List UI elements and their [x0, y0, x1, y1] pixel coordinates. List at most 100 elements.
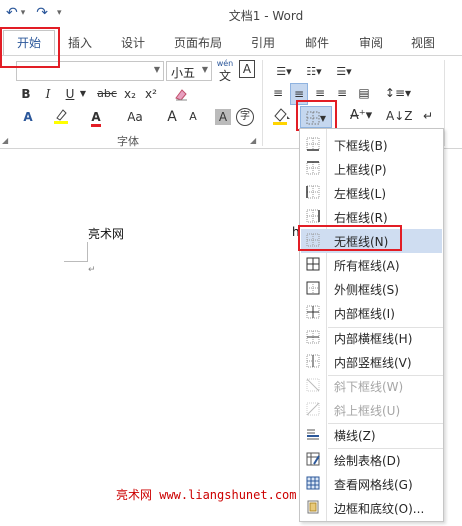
- menu-item-label: 下框线(B): [334, 139, 388, 153]
- menu-item-inside-horizontal-border[interactable]: 内部横框线(H): [301, 326, 442, 350]
- menu-item-label: 内部竖框线(V): [334, 356, 412, 370]
- strikethrough-button[interactable]: abc: [94, 84, 120, 104]
- clipboard-dialog-launcher-icon[interactable]: ◢: [2, 136, 8, 145]
- menu-item-horizontal-line[interactable]: 横线(Z): [301, 423, 442, 447]
- tab-insert[interactable]: 插入: [68, 34, 92, 51]
- border-inside-icon: [306, 305, 320, 319]
- menu-item-borders-and-shading[interactable]: 边框和底纹(O)...: [301, 496, 442, 520]
- phonetic-char: 文: [218, 69, 231, 83]
- menu-item-label: 内部框线(I): [334, 307, 395, 321]
- align-left-icon[interactable]: ≡: [270, 83, 286, 103]
- character-shading-button[interactable]: A: [215, 109, 231, 125]
- line-spacing-icon[interactable]: ↕≡▾: [384, 83, 412, 103]
- menu-item-label: 斜下框线(W): [334, 380, 404, 394]
- menu-item-left-border[interactable]: 左框线(L): [301, 181, 442, 205]
- borders-dropdown-menu: 下框线(B) 上框线(P) 左框线(L) 右框线(R) 无框线(N) 所有框线(…: [299, 128, 444, 522]
- menu-item-label: 所有框线(A): [334, 259, 400, 273]
- font-color-icon[interactable]: A: [88, 107, 104, 127]
- font-size-value: 小五: [171, 66, 196, 80]
- border-all-icon: [306, 257, 320, 271]
- menu-item-draw-table[interactable]: 绘制表格(D): [301, 448, 442, 472]
- menu-item-label: 边框和底纹(O)...: [334, 502, 425, 516]
- menu-item-inside-vertical-border[interactable]: 内部竖框线(V): [301, 350, 442, 374]
- character-border-button[interactable]: A: [239, 60, 255, 78]
- clear-formatting-icon[interactable]: [172, 84, 190, 108]
- italic-button[interactable]: I: [40, 84, 56, 104]
- menu-item-label: 横线(Z): [334, 429, 376, 443]
- highlight-color-icon[interactable]: [52, 107, 70, 131]
- menu-item-view-gridlines[interactable]: 查看网格线(G): [301, 472, 442, 496]
- menu-item-label: 内部横框线(H): [334, 332, 413, 346]
- tab-view[interactable]: 视图: [411, 34, 435, 51]
- font-size-box[interactable]: 小五 ▼: [166, 61, 212, 81]
- change-case-button[interactable]: Aa: [122, 107, 148, 127]
- grow-font-button[interactable]: A: [164, 107, 180, 127]
- menu-item-label: 绘制表格(D): [334, 454, 401, 468]
- chevron-down-icon: ▼: [153, 65, 160, 74]
- border-left-icon: [306, 185, 320, 199]
- draw-table-icon: [306, 452, 320, 466]
- watermark-text: 亮术网 www.liangshunet.com: [116, 488, 297, 502]
- menu-item-label: 查看网格线(G): [334, 478, 413, 492]
- menu-item-label: 上框线(P): [334, 163, 387, 177]
- phonetic-guide-button[interactable]: wén 文: [215, 58, 235, 82]
- window-title: 文档1 - Word: [228, 9, 304, 23]
- border-right-icon: [306, 209, 320, 223]
- font-dialog-launcher-icon[interactable]: ◢: [250, 136, 256, 145]
- menu-item-label: 斜上框线(U): [334, 404, 401, 418]
- no-border-highlight: [298, 225, 402, 251]
- group-separator: [262, 60, 263, 146]
- diagonal-down-border-icon: [306, 378, 320, 392]
- text-effects-icon[interactable]: A: [20, 107, 36, 127]
- home-tab-highlight: [0, 27, 60, 68]
- underline-button[interactable]: U: [62, 84, 78, 104]
- chinese-layout-icon[interactable]: A̶⁺▾: [346, 106, 376, 126]
- menu-item-diagonal-up-border: 斜上框线(U): [301, 398, 442, 422]
- chevron-down-icon: ▼: [201, 65, 208, 74]
- document-text: 亮术网: [88, 227, 125, 241]
- menu-item-label: 外侧框线(S): [334, 283, 399, 297]
- diagonal-up-border-icon: [306, 402, 320, 416]
- menu-item-diagonal-down-border: 斜下框线(W): [301, 374, 442, 398]
- bold-button[interactable]: B: [18, 84, 34, 104]
- menu-item-inside-borders[interactable]: 内部框线(I): [301, 301, 442, 325]
- horizontal-line-icon: [307, 429, 319, 440]
- group-separator: [444, 60, 445, 146]
- tab-review[interactable]: 审阅: [359, 34, 383, 51]
- menu-item-top-border[interactable]: 上框线(P): [301, 157, 442, 181]
- border-outside-icon: [306, 281, 320, 295]
- numbering-icon[interactable]: ☷▾: [300, 62, 328, 82]
- distributed-icon[interactable]: ▤: [356, 83, 372, 103]
- shrink-font-button[interactable]: A: [185, 107, 201, 127]
- tab-mailings[interactable]: 邮件: [305, 34, 329, 51]
- menu-item-outside-borders[interactable]: 外侧框线(S): [301, 277, 442, 301]
- ribbon-tabs: 开始 插入 设计 页面布局 引用 邮件 审阅 视图: [0, 28, 462, 57]
- menu-item-label: 左框线(L): [334, 187, 387, 201]
- multilevel-list-icon[interactable]: ☰▾: [330, 62, 358, 82]
- shading-icon[interactable]: [270, 106, 294, 132]
- margin-corner-horizontal: [64, 261, 88, 262]
- borders-shading-icon: [307, 500, 319, 514]
- border-inside-horizontal-icon: [306, 330, 320, 344]
- tab-page-layout[interactable]: 页面布局: [174, 34, 222, 51]
- title-bar: ↶ ▾ ↷ ▾ 文档1 - Word: [0, 0, 462, 28]
- menu-item-bottom-border[interactable]: 下框线(B): [301, 133, 442, 157]
- enclose-characters-button[interactable]: 字: [236, 108, 254, 126]
- borders-button-highlight: [296, 100, 337, 131]
- chevron-down-icon[interactable]: ▼: [78, 84, 88, 104]
- menu-item-label: 右框线(R): [334, 211, 388, 225]
- superscript-button[interactable]: x²: [142, 84, 160, 104]
- font-group-label: 字体: [117, 135, 139, 148]
- border-bottom-icon: [306, 137, 320, 151]
- paragraph-mark-icon: ↵: [88, 265, 96, 275]
- tab-design[interactable]: 设计: [121, 34, 145, 51]
- menu-item-all-borders[interactable]: 所有框线(A): [301, 253, 442, 277]
- sort-icon[interactable]: A↓Z: [386, 106, 412, 126]
- tab-references[interactable]: 引用: [251, 34, 275, 51]
- view-gridlines-icon: [306, 476, 320, 490]
- margin-corner-vertical: [87, 242, 88, 262]
- subscript-button[interactable]: x₂: [121, 84, 139, 104]
- bullets-icon[interactable]: ☰▾: [270, 62, 298, 82]
- border-inside-vertical-icon: [306, 354, 320, 368]
- show-marks-icon[interactable]: ↵: [420, 106, 436, 126]
